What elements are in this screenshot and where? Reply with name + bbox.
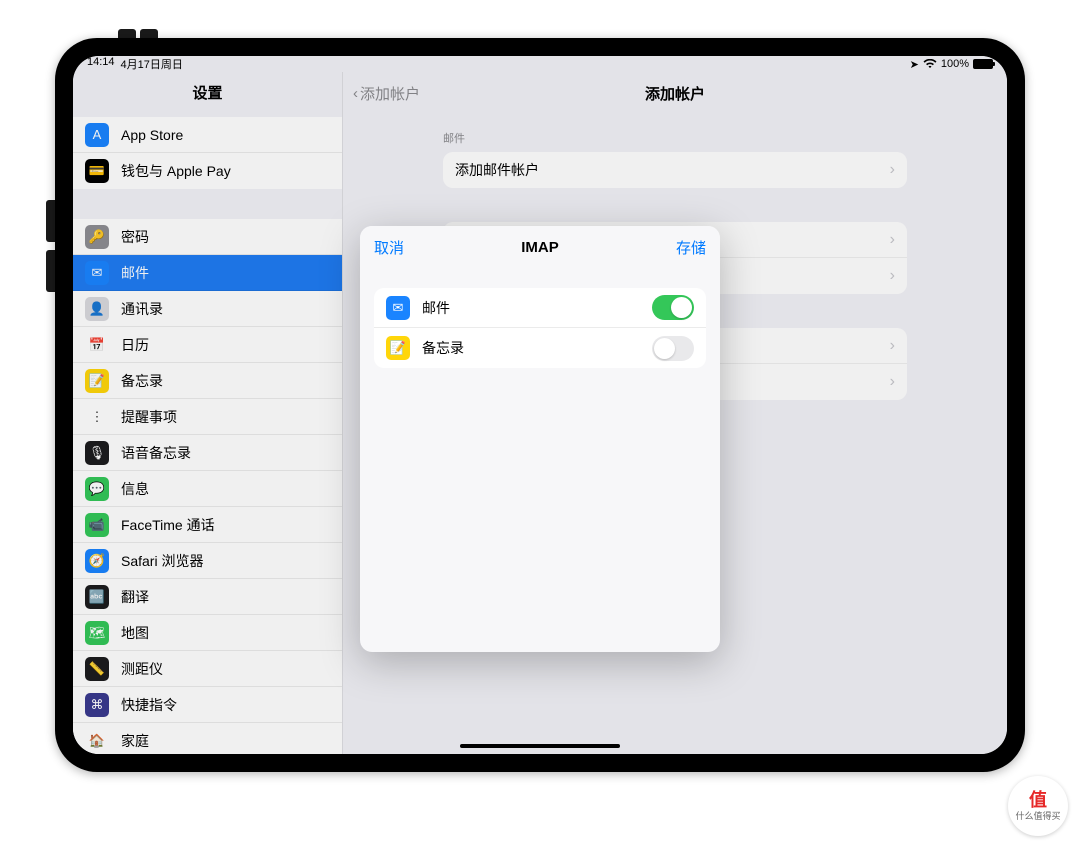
item-label: 邮件 [422, 298, 450, 318]
ipad-frame: 14:14 4月17日周日 ➤ 100% 设置 AApp Store💳钱包与 A… [55, 38, 1025, 772]
toggle-switch[interactable] [652, 336, 694, 361]
imap-modal: 取消 IMAP 存储 ✉ 邮件 📝 备忘录 [360, 226, 720, 652]
cancel-button[interactable]: 取消 [374, 237, 404, 258]
modal-item[interactable]: ✉ 邮件 [374, 288, 706, 328]
modal-title: IMAP [521, 239, 559, 256]
save-button[interactable]: 存储 [676, 237, 706, 258]
home-indicator[interactable] [460, 744, 620, 748]
watermark-text: 什么值得买 [1015, 809, 1060, 822]
modal-list: ✉ 邮件 📝 备忘录 [374, 288, 706, 368]
item-label: 备忘录 [422, 338, 464, 358]
watermark: 值 什么值得买 [1008, 776, 1068, 836]
app-icon: 📝 [386, 336, 410, 360]
modal-nav: 取消 IMAP 存储 [360, 226, 720, 268]
modal-item[interactable]: 📝 备忘录 [374, 328, 706, 368]
toggle-switch[interactable] [652, 295, 694, 320]
app-icon: ✉ [386, 296, 410, 320]
watermark-char: 值 [1029, 791, 1047, 809]
screen: 14:14 4月17日周日 ➤ 100% 设置 AApp Store💳钱包与 A… [73, 56, 1007, 754]
